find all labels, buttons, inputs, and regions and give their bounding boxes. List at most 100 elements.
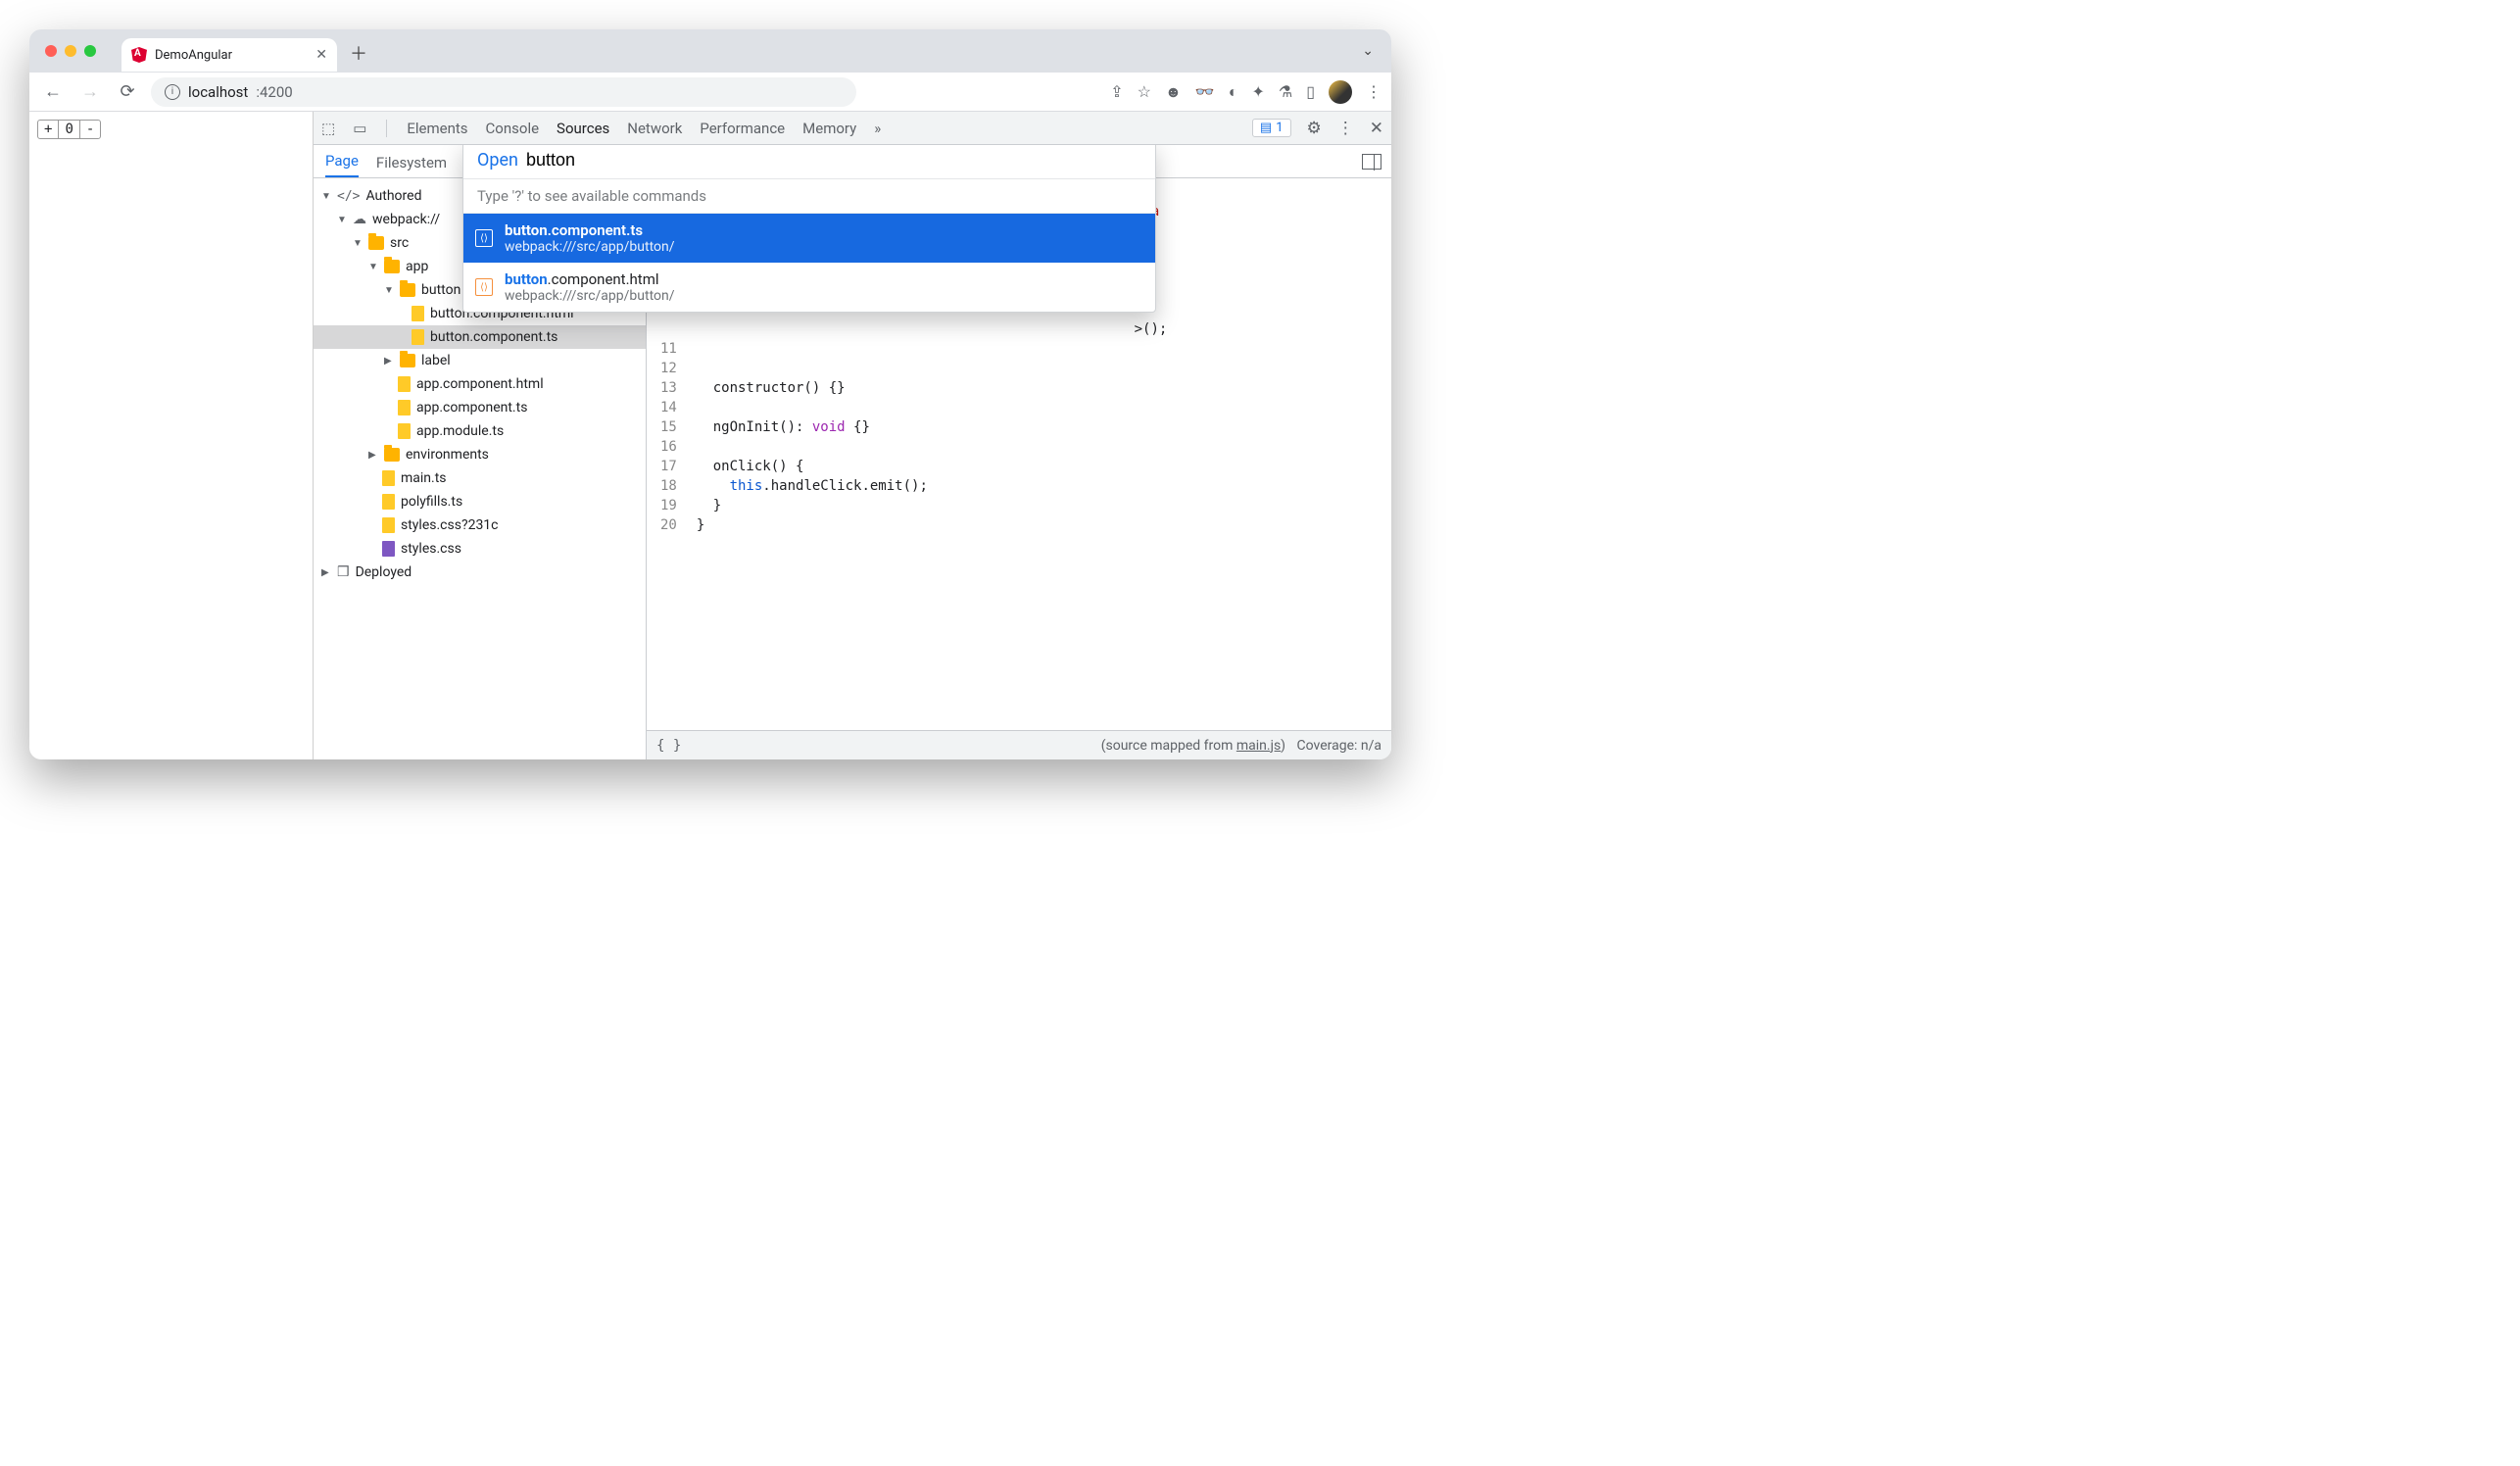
tab-memory[interactable]: Memory: [802, 120, 856, 137]
open-file-popup: Open Type '?' to see available commands …: [462, 145, 1156, 313]
open-result-selected[interactable]: ⟨⟩ button.component.ts webpack:///src/ap…: [463, 214, 1155, 263]
inspect-icon[interactable]: ⬚: [321, 120, 335, 137]
device-mode-icon[interactable]: ▭: [353, 120, 366, 137]
result-path: webpack:///src/app/button/: [505, 288, 675, 304]
toggle-debugger-pane-icon[interactable]: [1362, 154, 1381, 170]
pretty-print-button[interactable]: { }: [656, 738, 681, 754]
file-icon: [382, 541, 395, 557]
separator: [386, 120, 387, 137]
tree-file[interactable]: app.component.html: [314, 372, 646, 396]
plus-button[interactable]: +: [38, 121, 58, 138]
file-icon: [412, 329, 424, 345]
folder-icon: [384, 260, 400, 273]
tree-file[interactable]: app.module.ts: [314, 419, 646, 443]
issues-count: 1: [1276, 121, 1283, 135]
tab-elements[interactable]: Elements: [407, 120, 467, 137]
issues-badge[interactable]: ▤ 1: [1252, 119, 1291, 137]
url-host: localhost: [188, 83, 248, 101]
close-window-button[interactable]: [45, 45, 57, 57]
tab-network[interactable]: Network: [627, 120, 682, 137]
url-port: :4200: [256, 83, 292, 101]
result-name: button.component.html: [505, 270, 675, 288]
address-bar[interactable]: i localhost :4200: [151, 77, 856, 107]
labs-icon[interactable]: ⚗: [1279, 82, 1292, 101]
tree-file-selected[interactable]: button.component.ts: [314, 325, 646, 349]
file-icon: [398, 423, 411, 439]
file-icon: ⟨⟩: [475, 229, 493, 247]
tree-file[interactable]: styles.css: [314, 537, 646, 561]
tree-file[interactable]: app.component.ts: [314, 396, 646, 419]
extension-icon-2[interactable]: 👓: [1195, 82, 1215, 101]
browser-tab[interactable]: DemoAngular ✕: [121, 38, 337, 72]
extension-icon[interactable]: ☻: [1165, 82, 1182, 102]
sidepanel-icon[interactable]: ▯: [1306, 82, 1315, 101]
tree-file[interactable]: main.ts: [314, 466, 646, 490]
sources-pane: Page Filesystem ⋮ ▼</>Authored ▼☁webpack…: [314, 145, 1391, 759]
bookmark-icon[interactable]: ☆: [1138, 82, 1151, 101]
settings-icon[interactable]: ⚙: [1307, 119, 1322, 138]
sidebar-tab-filesystem[interactable]: Filesystem: [376, 154, 447, 177]
minus-button[interactable]: -: [80, 121, 100, 138]
folder-icon: [368, 236, 384, 250]
open-hint: Type '?' to see available commands: [463, 179, 1155, 214]
tab-strip: DemoAngular ✕ ＋ ⌄: [29, 29, 1391, 73]
close-devtools-button[interactable]: ✕: [1370, 119, 1383, 138]
chrome-menu-icon[interactable]: ⋮: [1366, 82, 1381, 101]
cloud-icon: ☁: [353, 212, 366, 227]
close-tab-button[interactable]: ✕: [315, 47, 327, 63]
issue-icon: ▤: [1260, 121, 1272, 135]
folder-icon: [384, 448, 400, 462]
folder-icon: [400, 354, 415, 367]
forward-button[interactable]: →: [76, 78, 104, 106]
minimize-window-button[interactable]: [65, 45, 76, 57]
tab-list-button[interactable]: ⌄: [1362, 43, 1374, 59]
browser-window: DemoAngular ✕ ＋ ⌄ ← → ⟳ i localhost :4200…: [29, 29, 1391, 759]
file-icon: ⟨⟩: [475, 278, 493, 296]
toolbar-right: ⇪ ☆ ☻ 👓 ◐ ✦ ⚗ ▯ ⋮: [1110, 80, 1381, 104]
more-tabs-button[interactable]: »: [874, 120, 881, 137]
tree-file[interactable]: styles.css?231c: [314, 513, 646, 537]
file-icon: [412, 306, 424, 321]
editor-footer: { } (source mapped from main.js) Coverag…: [647, 730, 1391, 759]
content-area: + 0 - ⬚ ▭ Elements Console Sources Netwo…: [29, 112, 1391, 759]
maximize-window-button[interactable]: [84, 45, 96, 57]
result-name: button.component.ts: [505, 221, 675, 239]
file-icon: [382, 517, 395, 533]
browser-toolbar: ← → ⟳ i localhost :4200 ⇪ ☆ ☻ 👓 ◐ ✦ ⚗ ▯ ⋮: [29, 73, 1391, 112]
counter-value: 0: [58, 121, 79, 138]
tree-deployed[interactable]: ▶❒Deployed: [314, 561, 646, 584]
tab-console[interactable]: Console: [486, 120, 540, 137]
tree-label-folder[interactable]: ▶label: [314, 349, 646, 372]
extensions-menu-icon[interactable]: ✦: [1251, 82, 1264, 101]
back-button[interactable]: ←: [39, 78, 67, 106]
tab-performance[interactable]: Performance: [700, 120, 785, 137]
profile-avatar[interactable]: [1329, 80, 1352, 104]
code-icon: </>: [337, 189, 360, 204]
tab-sources[interactable]: Sources: [557, 120, 609, 137]
coverage-label: Coverage: n/a: [1297, 738, 1381, 754]
devtools-tab-bar: ⬚ ▭ Elements Console Sources Network Per…: [314, 112, 1391, 145]
file-icon: [382, 494, 395, 510]
angular-icon: [131, 47, 147, 63]
share-icon[interactable]: ⇪: [1110, 82, 1123, 101]
result-path: webpack:///src/app/button/: [505, 239, 675, 255]
tree-file[interactable]: polyfills.ts: [314, 490, 646, 513]
folder-icon: [400, 283, 415, 297]
extension-icon-3[interactable]: ◐: [1229, 82, 1238, 102]
source-map-link[interactable]: main.js: [1236, 738, 1281, 754]
tree-env-folder[interactable]: ▶environments: [314, 443, 646, 466]
site-info-icon[interactable]: i: [165, 84, 180, 100]
cube-icon: ❒: [337, 564, 350, 580]
rendered-page: + 0 -: [29, 112, 314, 759]
open-result[interactable]: ⟨⟩ button.component.html webpack:///src/…: [463, 263, 1155, 312]
open-search-input[interactable]: [526, 150, 1141, 171]
new-tab-button[interactable]: ＋: [345, 39, 372, 67]
window-controls: [45, 45, 96, 57]
devtools-panel: ⬚ ▭ Elements Console Sources Network Per…: [314, 112, 1391, 759]
devtools-menu-icon[interactable]: ⋮: [1337, 119, 1354, 138]
file-icon: [382, 470, 395, 486]
sidebar-tab-page[interactable]: Page: [325, 152, 359, 177]
file-icon: [398, 400, 411, 415]
reload-button[interactable]: ⟳: [114, 78, 141, 106]
open-header: Open: [463, 145, 1155, 179]
